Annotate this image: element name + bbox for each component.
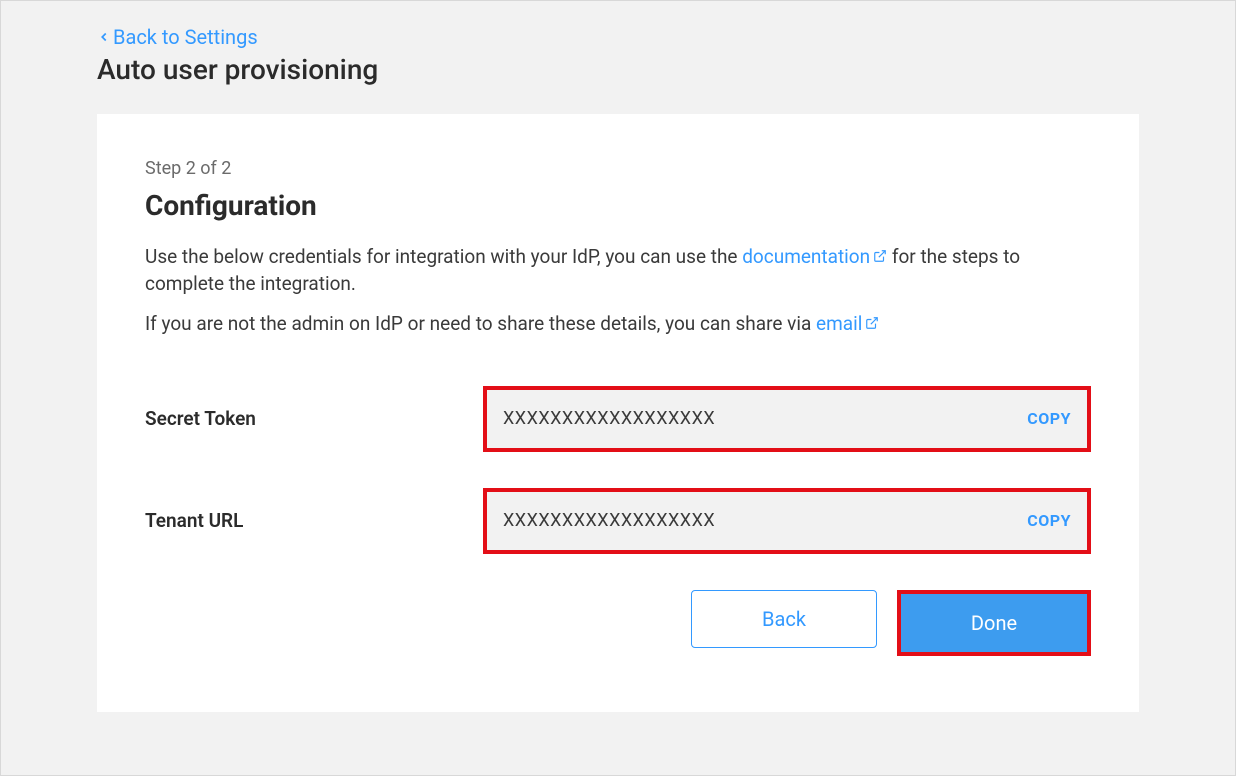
description-1: Use the below credentials for integratio…	[145, 244, 1091, 297]
configuration-card: Step 2 of 2 Configuration Use the below …	[97, 114, 1139, 712]
external-link-icon	[865, 311, 879, 338]
tenant-url-value: XXXXXXXXXXXXXXXXXX	[503, 510, 715, 531]
external-link-icon	[873, 244, 887, 271]
done-button[interactable]: Done	[901, 594, 1087, 652]
email-link[interactable]: email	[816, 311, 879, 338]
documentation-link[interactable]: documentation	[742, 244, 887, 271]
tenant-url-label: Tenant URL	[145, 509, 483, 532]
description-2: If you are not the admin on IdP or need …	[145, 311, 1091, 338]
tenant-url-row: Tenant URL XXXXXXXXXXXXXXXXXX COPY	[145, 488, 1091, 554]
card-title: Configuration	[145, 189, 1091, 222]
copy-secret-token-button[interactable]: COPY	[1027, 409, 1071, 428]
action-buttons: Back Done	[145, 590, 1091, 656]
secret-token-label: Secret Token	[145, 407, 483, 430]
back-link-label: Back to Settings	[113, 25, 258, 49]
step-indicator: Step 2 of 2	[145, 158, 1091, 179]
back-to-settings-link[interactable]: Back to Settings	[97, 25, 258, 49]
secret-token-row: Secret Token XXXXXXXXXXXXXXXXXX COPY	[145, 386, 1091, 452]
back-button[interactable]: Back	[691, 590, 877, 648]
page-title: Auto user provisioning	[97, 53, 1139, 86]
chevron-left-icon	[97, 25, 111, 49]
copy-tenant-url-button[interactable]: COPY	[1027, 511, 1071, 530]
done-button-highlight: Done	[897, 590, 1091, 656]
secret-token-value: XXXXXXXXXXXXXXXXXX	[503, 408, 715, 429]
tenant-url-field: XXXXXXXXXXXXXXXXXX COPY	[483, 488, 1091, 554]
secret-token-field: XXXXXXXXXXXXXXXXXX COPY	[483, 386, 1091, 452]
